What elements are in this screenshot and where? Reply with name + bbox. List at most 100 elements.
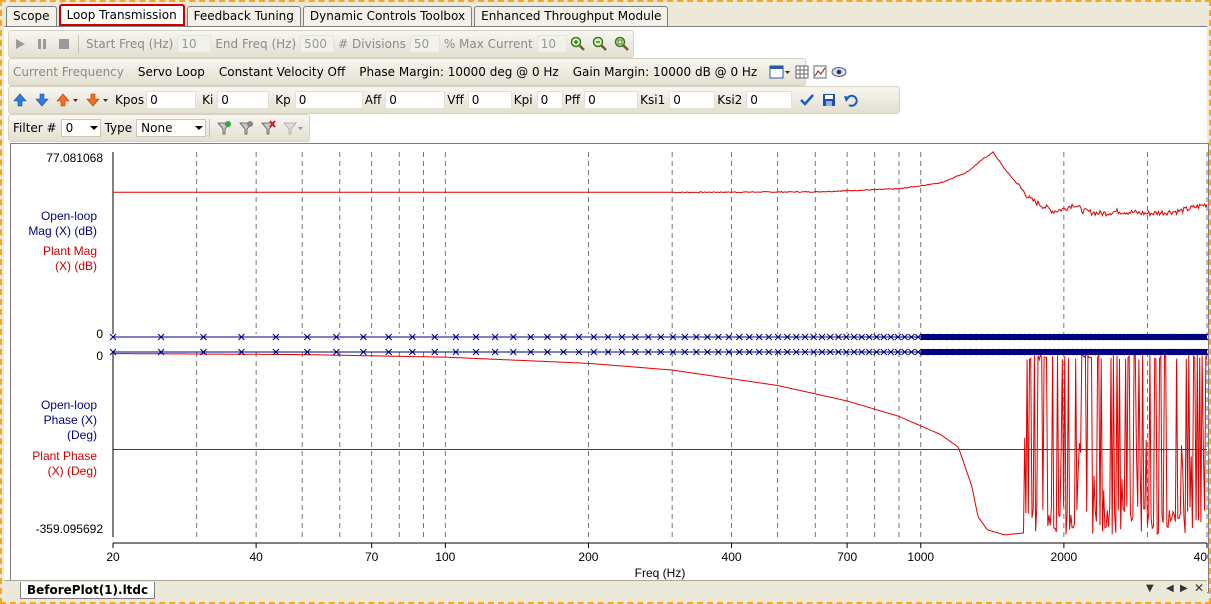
- tab-loop-transmission[interactable]: Loop Transmission: [58, 4, 185, 26]
- phase-ymax-label: 0: [96, 349, 103, 363]
- kp-input[interactable]: [294, 91, 363, 109]
- max-current-label: % Max Current: [443, 37, 533, 51]
- play-icon[interactable]: [11, 35, 29, 53]
- phase-ylabel-openloop: Phase (X): [44, 413, 97, 427]
- ksi1-input[interactable]: [669, 91, 716, 109]
- vff-input[interactable]: [467, 91, 512, 109]
- current-frequency-label: Current Frequency: [13, 65, 124, 79]
- apply-check-icon[interactable]: [798, 91, 816, 109]
- stop-icon[interactable]: [55, 35, 73, 53]
- window-layout-icon[interactable]: [769, 63, 791, 81]
- end-freq-input[interactable]: [300, 35, 335, 53]
- x-axis-title: Freq (Hz): [635, 566, 686, 580]
- phase-ymin-label: -359.095692: [36, 522, 104, 536]
- save-icon[interactable]: [820, 91, 838, 109]
- mag-ymin-label: 0: [96, 327, 103, 341]
- file-tab[interactable]: BeforePlot(1).ltdc: [20, 582, 156, 599]
- separator: [209, 119, 211, 137]
- pause-icon[interactable]: [33, 35, 51, 53]
- tab-bar: Scope Loop Transmission Feedback Tuning …: [6, 4, 670, 26]
- chevron-down-icon: [89, 126, 98, 130]
- end-freq-label: End Freq (Hz): [215, 37, 297, 51]
- chevron-down-icon: [195, 126, 204, 130]
- phase-ylabel-plant: Plant Phase: [32, 449, 97, 463]
- servo-loop-button[interactable]: Servo Loop: [134, 65, 209, 79]
- pff-label: Pff: [564, 93, 581, 107]
- max-current-input[interactable]: [536, 35, 567, 53]
- arrow-up-orange-dropdown-icon[interactable]: [55, 91, 81, 109]
- tab-content: Start Freq (Hz) End Freq (Hz) # Division…: [4, 26, 1211, 601]
- undo-icon[interactable]: [842, 91, 860, 109]
- grid-icon[interactable]: [795, 63, 809, 81]
- x-tick-label: 40: [249, 550, 263, 564]
- x-tick-label: 2000: [1051, 550, 1078, 564]
- x-tick-label: 4000: [1194, 550, 1208, 564]
- x-tick-label: 200: [578, 550, 598, 564]
- window-frame: Scope Loop Transmission Feedback Tuning …: [0, 0, 1211, 604]
- aff-label: Aff: [364, 93, 382, 107]
- type-select[interactable]: None: [136, 119, 207, 137]
- scroll-right-icon[interactable]: ▶: [1180, 583, 1188, 594]
- filter-number-label: Filter #: [13, 121, 57, 135]
- constant-velocity-button[interactable]: Constant Velocity Off: [215, 65, 349, 79]
- filter-toolbar: Filter # 0 Type None: [8, 114, 310, 142]
- plant-phase-line: [112, 353, 1208, 536]
- x-tick-label: 20: [106, 550, 120, 564]
- kp-label: Kp: [275, 93, 291, 107]
- phase-ylabel-plant: (X) (Deg): [48, 464, 97, 478]
- document-tab-bar: BeforePlot(1).ltdc ▼ ◀ ▶ ✕: [4, 580, 1207, 601]
- x-tick-label: 400: [722, 550, 742, 564]
- phase-ylabel-openloop: Open-loop: [41, 398, 97, 412]
- type-value: None: [141, 121, 173, 135]
- zoom-fit-icon[interactable]: [613, 35, 631, 53]
- aff-input[interactable]: [385, 91, 446, 109]
- filter-add-icon[interactable]: [215, 119, 233, 137]
- arrow-up-blue-icon[interactable]: [11, 91, 29, 109]
- view-icon[interactable]: [831, 63, 847, 81]
- zoom-out-icon[interactable]: [591, 35, 609, 53]
- ksi2-label: Ksi2: [717, 93, 743, 107]
- mag-ylabel-openloop: Mag (X) (dB): [28, 224, 97, 238]
- tab-feedback-tuning[interactable]: Feedback Tuning: [186, 6, 301, 26]
- vff-label: Vff: [447, 93, 464, 107]
- mag-ylabel-plant: (X) (dB): [55, 259, 97, 273]
- zoom-in-icon[interactable]: [569, 35, 587, 53]
- separator: [78, 35, 79, 53]
- filter-number-value: 0: [65, 121, 74, 135]
- divisions-input[interactable]: [409, 35, 440, 53]
- status-toolbar: Current Frequency Servo Loop Constant Ve…: [8, 58, 847, 86]
- kpi-input[interactable]: [536, 91, 563, 109]
- kpos-input[interactable]: [146, 91, 197, 109]
- gains-toolbar: Kpos Ki Kp Aff Vff Kpi Pff Ksi1 Ksi2: [8, 86, 900, 114]
- filter-remove-icon[interactable]: [237, 119, 255, 137]
- divisions-label: # Divisions: [338, 37, 406, 51]
- tab-enhanced-throughput-module[interactable]: Enhanced Throughput Module: [474, 6, 669, 26]
- filter-options-icon[interactable]: [281, 119, 305, 137]
- mag-ymax-label: 77.081068: [46, 151, 103, 165]
- tab-scope[interactable]: Scope: [6, 6, 57, 26]
- arrow-down-blue-icon[interactable]: [33, 91, 51, 109]
- tab-dynamic-controls-toolbox[interactable]: Dynamic Controls Toolbox: [302, 6, 473, 26]
- pff-input[interactable]: [584, 91, 639, 109]
- filter-number-select[interactable]: 0: [60, 119, 101, 137]
- openloop-mag-band: [920, 334, 1207, 340]
- arrow-down-orange-dropdown-icon[interactable]: [85, 91, 111, 109]
- openloop-phase-band: [920, 349, 1207, 355]
- phase-ylabel-openloop: (Deg): [67, 428, 97, 442]
- bode-plot-panel: 20 40 70 100 200 400 700 1000 2000 4000 Freq (Hz) 7…: [10, 143, 1211, 593]
- kpi-label: Kpi: [513, 93, 533, 107]
- ki-label: Ki: [202, 93, 214, 107]
- start-freq-input[interactable]: [177, 35, 212, 53]
- ksi2-input[interactable]: [746, 91, 793, 109]
- x-tick-label: 100: [435, 550, 455, 564]
- x-tick-label: 70: [365, 550, 379, 564]
- ki-input[interactable]: [217, 91, 270, 109]
- bode-plot: 20 40 70 100 200 400 700 1000 2000 4000 Freq (Hz) 7…: [28, 150, 1211, 580]
- scroll-left-icon[interactable]: ◀: [1166, 583, 1174, 594]
- scroll-down-icon[interactable]: ▼: [1146, 583, 1154, 594]
- x-tick-label: 1000: [907, 550, 934, 564]
- filter-clear-icon[interactable]: [259, 119, 277, 137]
- sweep-toolbar: Start Freq (Hz) End Freq (Hz) # Division…: [8, 30, 634, 58]
- chart-settings-icon[interactable]: [813, 63, 827, 81]
- close-icon[interactable]: ✕: [1194, 581, 1204, 595]
